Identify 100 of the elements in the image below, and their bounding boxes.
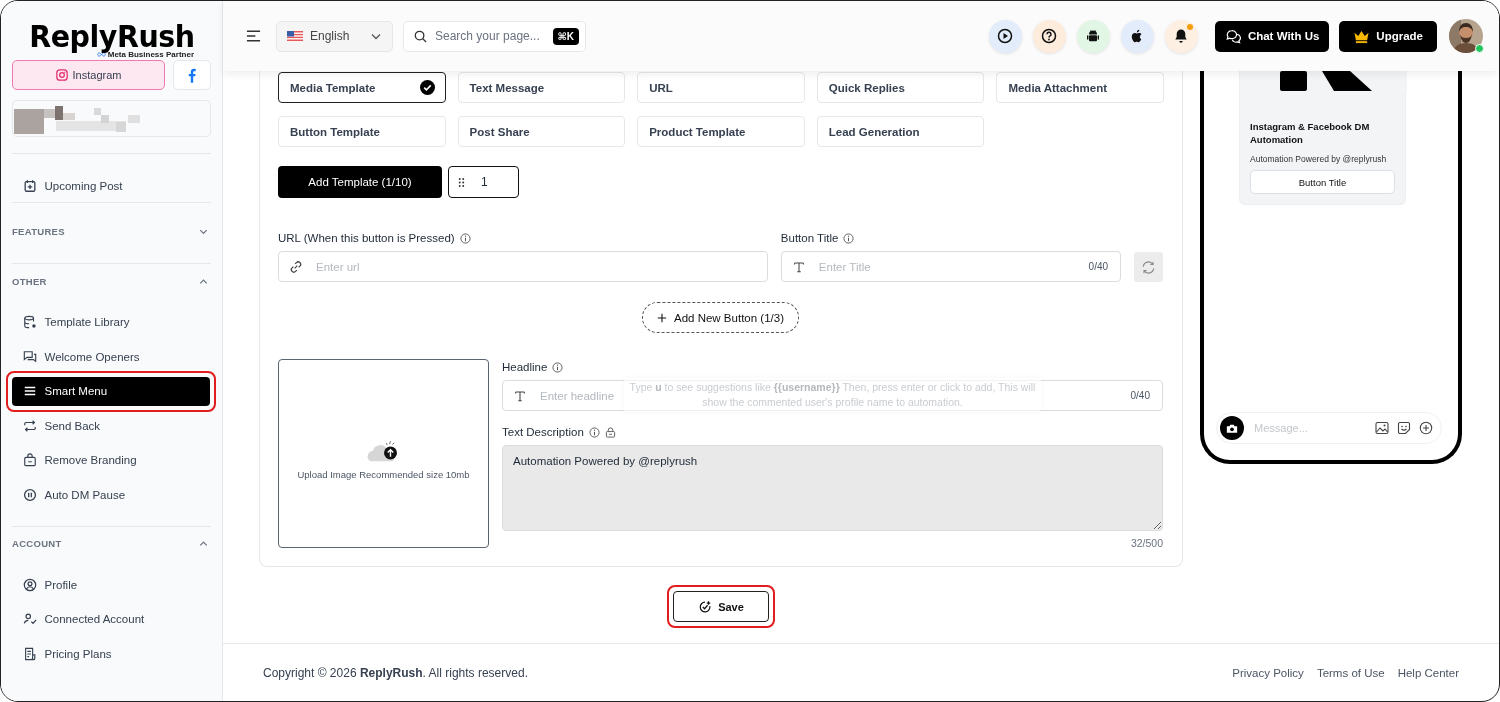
add-template-button[interactable]: Add Template (1/10) [278,166,442,198]
message-input[interactable]: Message... [1252,421,1367,435]
template-option[interactable]: Post Share [457,116,626,147]
sidebar-item[interactable]: Template Library [11,307,210,337]
section-header[interactable]: OTHER [1,264,222,308]
url-input[interactable]: Enter url [314,259,755,274]
sidebar-item[interactable]: Connected Account [11,604,210,634]
menu-icon[interactable] [246,30,261,42]
url-field[interactable]: Enter url [278,251,768,282]
title-input[interactable]: Enter Title [816,259,1078,274]
sidebar-item[interactable]: Welcome Openers [11,342,210,371]
copyright-text: Copyright © 2026 ReplyRush. All rights reserved. [263,665,528,680]
sidebar-item[interactable]: Pricing Plans [11,639,210,668]
info-icon [459,232,471,244]
android-button[interactable] [1076,19,1110,53]
flag-icon [287,31,303,41]
field-label: Headline [502,361,548,373]
sidebar-item[interactable]: Upcoming Post [11,171,210,201]
logo: ReplyRush [28,21,195,51]
card-text: Automation Powered by @replyrush [1250,153,1388,166]
help-button[interactable] [1032,19,1066,53]
template-option[interactable]: Text Message [457,72,626,103]
add-new-button[interactable]: Add New Button (1/3) [642,302,799,333]
instagram-icon [55,69,68,81]
notification-dot [1186,23,1193,30]
bag-icon [22,453,37,467]
infinity-icon [96,52,106,57]
plus-circle-icon[interactable] [1419,421,1433,435]
template-option[interactable]: Product Template [637,116,805,147]
plus-icon [657,312,667,323]
menu-icon [22,384,37,398]
text-icon [513,388,527,403]
apple-button[interactable] [1120,19,1154,53]
bell-button[interactable] [1164,19,1198,53]
camera-icon [1226,422,1238,434]
template-index-field[interactable]: 1 [448,166,519,198]
chat-icon [1224,28,1242,44]
user-check-icon [22,612,37,626]
user-icon [22,577,37,592]
calendar-icon [22,179,37,193]
play-icon [997,28,1014,44]
image-upload-area[interactable]: Upload Image Recommended size 10mb [278,359,489,548]
chat-button[interactable]: Chat With Us [1214,20,1330,52]
upgrade-button[interactable]: Upgrade [1339,20,1437,52]
sidebar-item[interactable]: Auto DM Pause [11,480,210,509]
template-option[interactable]: URL [637,72,805,103]
sidebar-item[interactable]: Profile [11,570,210,599]
bell-icon [1173,28,1190,44]
android-icon [1085,28,1102,44]
database-icon [22,315,37,329]
field-label: Text Description [502,426,584,438]
info-icon [843,232,855,244]
character-counter: 0/40 [1088,261,1109,272]
sidebar-item[interactable]: Send Back [11,411,210,440]
info-icon [588,426,600,438]
refresh-icon [1141,259,1156,275]
facebook-tab[interactable] [173,60,211,90]
upload-hint: Upload Image Recommended size 10mb [297,469,470,480]
check-badge-icon [698,599,713,614]
pause-icon [22,487,37,502]
template-option[interactable]: Quick Replies [816,72,985,103]
card-button[interactable]: Button Title [1250,170,1395,194]
field-label: Button Title [780,232,839,244]
section-header[interactable]: ACCOUNT [1,526,222,571]
template-option[interactable]: Button Template [278,116,446,147]
search-input[interactable]: Search your page... [433,28,547,44]
save-button[interactable]: Save [673,591,769,622]
repeat-icon [22,418,37,433]
field-label: URL (When this button is Pressed) [278,232,455,244]
image-icon[interactable] [1375,421,1389,435]
character-counter: 32/500 [1130,537,1163,549]
footer-link[interactable]: Privacy Policy [1232,666,1304,679]
sticker-icon[interactable] [1397,421,1411,435]
template-option[interactable]: Lead Generation [816,116,985,147]
lock-icon [604,426,616,438]
help-icon [1041,28,1058,44]
template-option[interactable]: Media Attachment [996,72,1164,103]
character-counter: 0/40 [1130,390,1150,401]
shortcut-key: ⌘K [552,27,579,45]
footer-link[interactable]: Terms of Use [1316,666,1385,679]
sidebar-item[interactable]: Remove Branding [11,445,210,475]
template-option[interactable]: Media Template [278,72,446,103]
facebook-icon [188,67,196,83]
language-select[interactable]: English [276,20,393,52]
button-title-field[interactable]: Enter Title 0/40 [780,251,1122,282]
drag-handle-icon [458,176,465,188]
link-icon [289,259,303,274]
sidebar-item[interactable]: Smart Menu [11,376,210,406]
chevron-icon [198,538,209,549]
camera-button[interactable] [1220,416,1244,440]
footer-link[interactable]: Help Center [1397,666,1459,679]
crown-icon [1353,28,1371,44]
check-icon [419,80,435,95]
section-header[interactable]: FEATURES [1,203,222,263]
video-button[interactable] [988,19,1022,53]
search-field[interactable]: Search your page... ⌘K [403,20,586,52]
instagram-tab[interactable]: Instagram [12,60,165,90]
document-icon [22,646,37,661]
info-icon [552,361,564,373]
text-icon [791,259,806,274]
